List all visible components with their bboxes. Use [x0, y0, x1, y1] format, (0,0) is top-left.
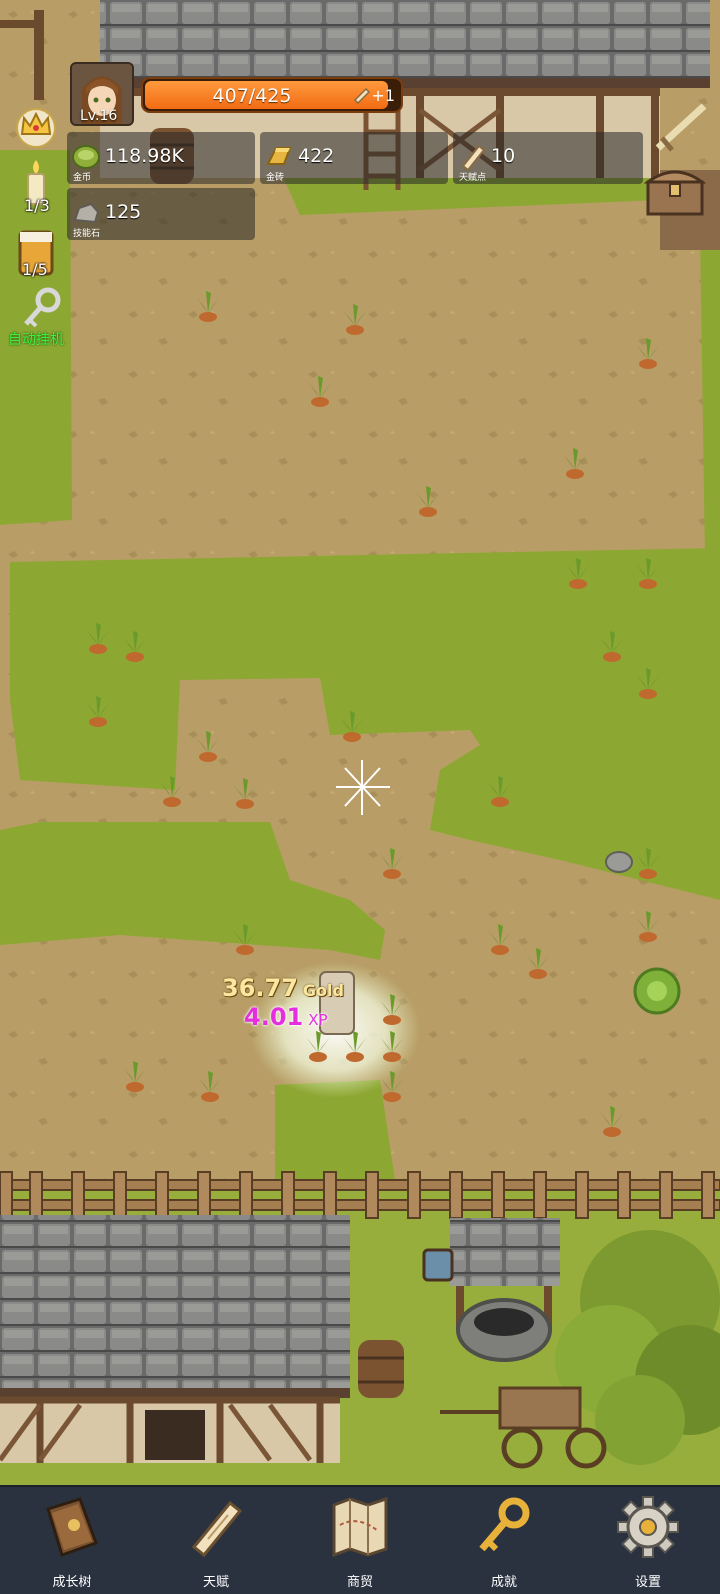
gold-coin-icon	[72, 145, 100, 169]
game-field[interactable]: Lv.16 407/425 +1 118.98K 金币 422 金砖 10 天赋…	[0, 0, 720, 1485]
sword-icon	[655, 103, 707, 152]
gold-bar-icon	[266, 147, 292, 165]
gold-caption: 金币	[73, 173, 92, 183]
bottom-nav: 成长树 天赋 商贸 成就 设置	[0, 1485, 720, 1594]
nav-achievement[interactable]: 成就	[432, 1487, 576, 1594]
xp-reward-amount: 4.01	[244, 1003, 304, 1031]
nav-achievement-label: 成就	[490, 1575, 517, 1590]
talent-points-caption: 天赋点	[459, 173, 487, 183]
nav-settings-label: 设置	[634, 1575, 661, 1590]
xp-bar: 407/425 +1	[141, 77, 403, 113]
gold-reward-popup: 36.77 Gold	[222, 974, 344, 1002]
skill-stone-caption: 技能石	[73, 229, 101, 239]
stone-icon	[73, 202, 100, 224]
gold-reward-amount: 36.77	[222, 974, 298, 1002]
gear-icon	[617, 1496, 679, 1558]
nav-talent-label: 天赋	[202, 1575, 229, 1590]
chest-icon	[643, 170, 707, 216]
key-icon	[479, 1497, 530, 1552]
book-icon	[46, 1497, 98, 1557]
player-level: Lv.16	[80, 108, 118, 124]
scroll-icon	[461, 144, 486, 172]
gold-bar-caption: 金砖	[266, 173, 285, 183]
nav-trade-label: 商贸	[346, 1575, 373, 1590]
gold-value: 118.98K	[105, 145, 184, 167]
weapon-button[interactable]	[652, 100, 712, 155]
resource-gold-bar[interactable]: 422 金砖	[260, 132, 448, 184]
xp-reward-unit: XP	[308, 1011, 328, 1029]
scroll-icon	[354, 87, 371, 105]
nav-growth-tree[interactable]: 成长树	[0, 1487, 144, 1594]
resource-talent-points[interactable]: 10 天赋点	[453, 132, 643, 184]
crown-button[interactable]	[12, 100, 60, 150]
resource-gold[interactable]: 118.98K 金币	[67, 132, 255, 184]
crown-icon	[16, 108, 56, 148]
map-icon	[332, 1496, 388, 1558]
xp-bonus-label: +1	[371, 86, 395, 105]
gold-reward-unit: Gold	[302, 981, 344, 1000]
auto-play-button[interactable]	[20, 286, 66, 332]
resource-skill-stone[interactable]: 125 技能石	[67, 188, 255, 240]
skill-stone-value: 125	[105, 201, 142, 223]
beer-button[interactable]: 1/5	[16, 228, 56, 284]
xp-reward-popup: 4.01 XP	[244, 1003, 328, 1031]
candle-button[interactable]: 1/3	[18, 158, 54, 215]
beer-count: 1/5	[22, 260, 48, 279]
nav-trade[interactable]: 商贸	[288, 1487, 432, 1594]
nav-settings[interactable]: 设置	[576, 1487, 720, 1594]
xp-text: 407/425	[212, 85, 292, 107]
key-icon	[24, 287, 61, 328]
talent-points-value: 10	[491, 145, 516, 167]
gold-bar-value: 422	[298, 145, 335, 167]
chest-button[interactable]	[643, 162, 707, 218]
candle-count: 1/3	[24, 196, 50, 215]
scroll-icon	[191, 1500, 243, 1558]
nav-talent[interactable]: 天赋	[144, 1487, 288, 1594]
nav-growth-tree-label: 成长树	[52, 1575, 92, 1590]
xp-bonus: +1	[353, 86, 395, 105]
auto-play-label: 自动挂机	[8, 332, 64, 348]
